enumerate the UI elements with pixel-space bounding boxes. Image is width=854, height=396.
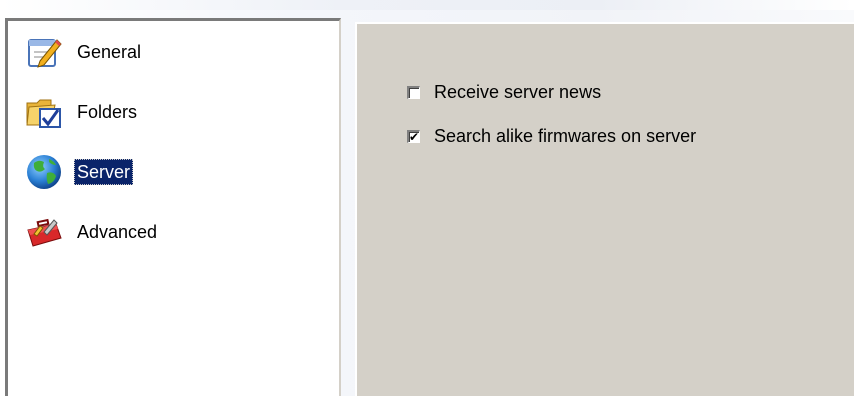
search-alike-firmwares-option[interactable]: ✔ Search alike firmwares on server [407, 124, 696, 148]
sidebar-item-label: Server [74, 159, 134, 185]
sidebar-item-general[interactable]: General [22, 31, 144, 73]
sidebar-item-server[interactable]: Server [22, 151, 134, 193]
toolbox-icon [22, 211, 66, 253]
search-alike-firmwares-label[interactable]: Search alike firmwares on server [434, 126, 696, 147]
sidebar-item-folders[interactable]: Folders [22, 91, 140, 133]
settings-category-list[interactable]: General Folders Server Advanced [5, 18, 341, 396]
sidebar-item-label: General [77, 42, 142, 62]
window-top-band [0, 0, 854, 10]
search-alike-firmwares-checkbox[interactable]: ✔ [407, 129, 420, 143]
sidebar-item-label: Folders [77, 102, 138, 122]
receive-server-news-checkbox[interactable] [407, 85, 420, 99]
server-settings-panel: Receive server news ✔ Search alike firmw… [355, 22, 854, 396]
receive-server-news-option[interactable]: Receive server news [407, 80, 601, 104]
sidebar-item-label: Advanced [77, 222, 158, 242]
sidebar-item-advanced[interactable]: Advanced [22, 211, 160, 253]
edit-icon [22, 31, 66, 73]
receive-server-news-label[interactable]: Receive server news [434, 82, 601, 103]
folder-check-icon [22, 91, 66, 133]
globe-icon [22, 151, 66, 193]
